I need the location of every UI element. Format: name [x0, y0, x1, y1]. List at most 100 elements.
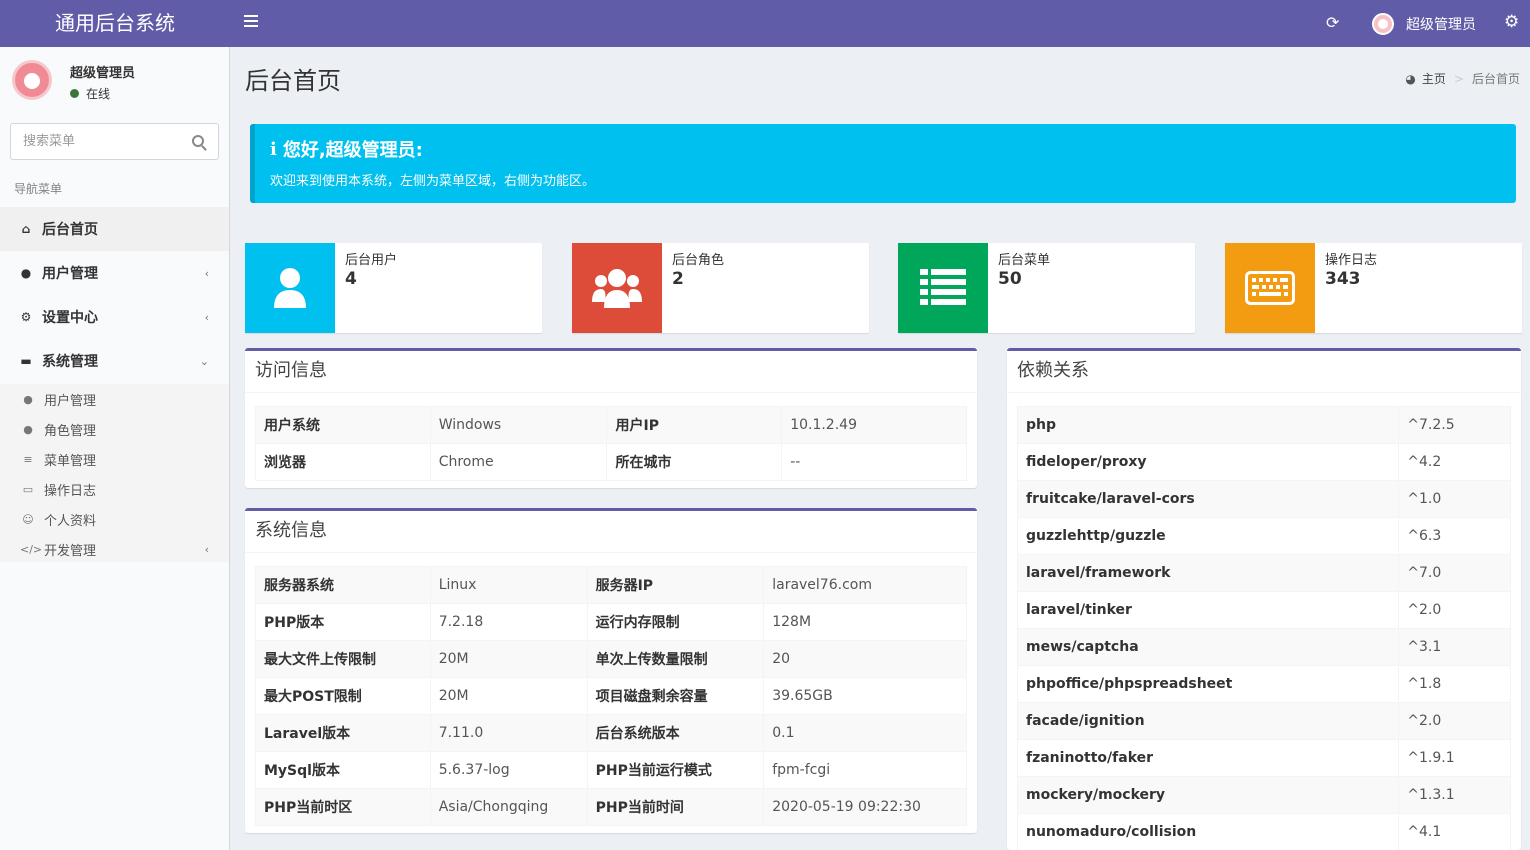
avatar	[12, 60, 52, 100]
sidebar-item-settings[interactable]: ⚙ 设置中心 ‹	[0, 295, 229, 339]
sidebar-item-dashboard[interactable]: ⌂ 后台首页	[0, 207, 229, 251]
table-key-cell: laravel/framework	[1016, 554, 1400, 592]
table-value-cell: 39.65GB	[763, 677, 967, 715]
table-value-cell: ^3.1	[1398, 628, 1511, 666]
stat-box-logs: 操作日志 343	[1225, 243, 1522, 333]
system-submenu: ● 用户管理 ● 角色管理 ≡ 菜单管理 ▭ 操作日志 ☺ 个人资料 </> 开…	[0, 384, 229, 562]
table-key-cell: 最大POST限制	[255, 677, 431, 715]
table-value-cell: ^4.2	[1398, 443, 1511, 481]
user-menu[interactable]: 超级管理员	[1372, 12, 1476, 36]
online-status: 在线	[70, 85, 110, 102]
nav-header: 导航菜单	[14, 182, 63, 196]
table-key-cell: 服务器IP	[586, 566, 765, 604]
table-key-cell: laravel/tinker	[1016, 591, 1400, 629]
table-row: MySql版本 5.6.37-log PHP当前运行模式 fpm-fcgi	[255, 751, 967, 789]
table-value-cell: 128M	[763, 603, 967, 641]
status-label: 在线	[86, 87, 111, 101]
dependencies-table: php ^7.2.5 fideloper/proxy ^4.2 fruitcake/la…	[1016, 406, 1511, 850]
table-key-cell: mews/captcha	[1016, 628, 1400, 666]
table-row: mockery/mockery ^1.3.1	[1016, 776, 1511, 814]
table-key-cell: php	[1016, 406, 1400, 444]
table-value-cell: 2020-05-19 09:22:30	[763, 788, 967, 826]
home-icon: ⌂	[21, 222, 31, 236]
settings-gear-icon[interactable]: ⚙	[1504, 12, 1519, 32]
table-row: facade/ignition ^2.0	[1016, 702, 1511, 740]
table-value-cell: --	[781, 443, 967, 481]
smile-icon: ☺	[22, 512, 34, 526]
table-value-cell: ^2.0	[1398, 702, 1511, 740]
table-key-cell: PHP当前运行模式	[586, 751, 765, 789]
table-row: fzaninotto/faker ^1.9.1	[1016, 739, 1511, 777]
stat-value: 2	[672, 269, 684, 289]
submenu-item-logs[interactable]: ▭ 操作日志	[0, 474, 229, 504]
table-row: php ^7.2.5	[1016, 406, 1511, 444]
cogs-icon: ⚙	[20, 310, 32, 324]
visit-info-table: 用户系统 Windows 用户IP 10.1.2.49 浏览器 Chrome 所在城市 --	[255, 406, 967, 481]
stat-box-users: 后台用户 4	[245, 243, 542, 333]
table-key-cell: facade/ignition	[1016, 702, 1400, 740]
table-key-cell: 用户系统	[255, 406, 431, 444]
sidebar-item-user-management[interactable]: ● 用户管理 ‹	[0, 251, 229, 295]
chevron-left-icon: ‹	[204, 542, 209, 556]
visit-info-box: 访问信息 用户系统 Windows 用户IP 10.1.2.49 浏览器 Chrome 所在…	[245, 348, 977, 488]
system-info-box: 系统信息 服务器系统 Linux 服务器IP laravel76.com PHP版本 7.…	[245, 508, 977, 833]
box-title: 访问信息	[245, 351, 977, 393]
dependencies-box: 依赖关系 php ^7.2.5 fideloper/proxy ^4.2 fruitca…	[1007, 348, 1521, 850]
stat-label: 操作日志	[1325, 253, 1378, 268]
system-info-table: 服务器系统 Linux 服务器IP laravel76.com PHP版本 7.2.18 运…	[255, 566, 967, 826]
dashboard-icon: ◕	[1405, 71, 1416, 86]
table-value-cell: ^2.0	[1398, 591, 1511, 629]
breadcrumb-home[interactable]: 主页	[1422, 70, 1446, 87]
table-value-cell: ^1.3.1	[1398, 776, 1511, 814]
table-value-cell: fpm-fcgi	[763, 751, 967, 789]
table-key-cell: fzaninotto/faker	[1016, 739, 1400, 777]
table-value-cell: 7.11.0	[429, 714, 588, 752]
table-row: nunomaduro/collision ^4.1	[1016, 813, 1511, 850]
submenu-item-users[interactable]: ● 用户管理	[0, 384, 229, 414]
table-row: 最大文件上传限制 20M 单次上传数量限制 20	[255, 640, 967, 678]
submenu-item-menus[interactable]: ≡ 菜单管理	[0, 444, 229, 474]
sidebar-toggle-icon[interactable]	[244, 15, 258, 32]
sidebar-item-system[interactable]: ▬ 系统管理 ⌄	[0, 339, 229, 383]
submenu-item-label: 操作日志	[44, 483, 97, 499]
sidebar-item-label: 后台首页	[42, 222, 98, 238]
table-row: mews/captcha ^3.1	[1016, 628, 1511, 666]
search-input[interactable]	[11, 124, 171, 159]
box-title: 依赖关系	[1007, 351, 1521, 393]
stat-value: 343	[1325, 269, 1361, 289]
table-key-cell: guzzlehttp/guzzle	[1016, 517, 1400, 555]
users-icon: ●	[23, 422, 33, 436]
submenu-item-label: 菜单管理	[44, 453, 97, 469]
table-key-cell: fideloper/proxy	[1016, 443, 1400, 481]
table-key-cell: PHP当前时区	[255, 788, 431, 826]
sidebar-item-label: 设置中心	[42, 310, 98, 326]
table-value-cell: Windows	[429, 406, 608, 444]
bars-icon: ≡	[23, 452, 33, 466]
table-value-cell: laravel76.com	[763, 566, 967, 604]
table-key-cell: 浏览器	[255, 443, 431, 481]
search-icon[interactable]	[192, 135, 204, 147]
table-value-cell: Chrome	[429, 443, 608, 481]
table-key-cell: Laravel版本	[255, 714, 431, 752]
table-key-cell: 单次上传数量限制	[586, 640, 765, 678]
brand-logo[interactable]: 通用后台系统	[0, 0, 230, 47]
submenu-item-roles[interactable]: ● 角色管理	[0, 414, 229, 444]
submenu-item-dev[interactable]: </> 开发管理 ‹	[0, 534, 229, 564]
table-key-cell: 用户IP	[606, 406, 783, 444]
table-value-cell: 20M	[429, 677, 588, 715]
submenu-item-profile[interactable]: ☺ 个人资料	[0, 504, 229, 534]
table-value-cell: Linux	[429, 566, 588, 604]
chevron-left-icon: ‹	[204, 266, 209, 280]
table-row: fruitcake/laravel-cors ^1.0	[1016, 480, 1511, 518]
table-value-cell: 0.1	[763, 714, 967, 752]
table-value-cell: 10.1.2.49	[781, 406, 967, 444]
users-icon: ●	[20, 266, 32, 280]
keyboard-icon: ▭	[22, 482, 34, 496]
table-row: Laravel版本 7.11.0 后台系统版本 0.1	[255, 714, 967, 752]
breadcrumb-separator: >	[1453, 71, 1464, 86]
users-icon	[572, 243, 662, 333]
avatar	[1372, 13, 1394, 35]
table-value-cell: ^1.8	[1398, 665, 1511, 703]
refresh-icon[interactable]: ⟳	[1326, 13, 1339, 32]
callout-title: 您好,超级管理员:	[282, 140, 423, 161]
